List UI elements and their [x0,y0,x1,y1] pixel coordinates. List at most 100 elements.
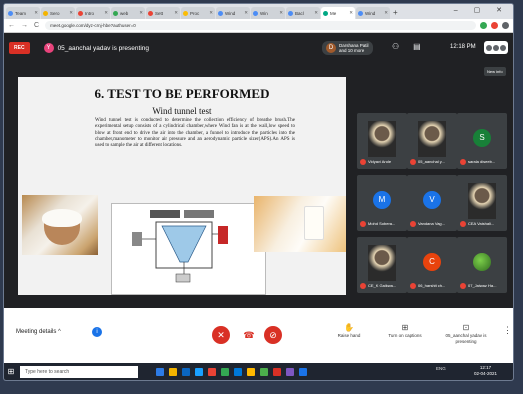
tab-label: Wind [365,10,376,16]
meet-controls-bar: Meeting details ^ i ✕ ☎ ⊘ ✋ Raise hand ⊞ T… [4,308,513,363]
tab-label: Intro [85,10,95,16]
hang-up-button[interactable]: ☎ [240,326,258,344]
participant-tile[interactable]: CEA Vaishali... [457,175,507,231]
reload-icon[interactable]: C [34,22,39,29]
taskbar-app-icon[interactable] [156,367,164,376]
close-icon[interactable]: ✕ [384,10,388,16]
window-controls[interactable]: – ▢ ✕ [454,6,509,14]
browser-tab[interactable]: Proc ✕ [181,7,215,19]
participant-tile[interactable]: 07_Jaiwaz Ha... [457,237,507,293]
browser-tab[interactable]: Wind ✕ [216,7,250,19]
tab-label: web [120,10,129,16]
participant-tile[interactable]: M Mohd Sobera... [357,175,407,231]
extension-icon[interactable] [491,22,498,29]
browser-tab[interactable]: Bacl ✕ [286,7,320,19]
browser-tab[interactable]: Team ✕ [6,7,40,19]
participant-tile[interactable]: V Vandana Vag... [407,175,457,231]
presenter-avatar: Y [43,43,54,53]
tab-label: Bacl [295,10,304,16]
profile-icon[interactable] [502,22,509,29]
meeting-clock: 12:18 PM [450,44,476,50]
taskbar-app-icon[interactable] [169,367,177,376]
taskbar-search[interactable]: Type here to search [20,365,138,378]
close-icon[interactable]: ✕ [34,10,38,16]
taskbar-app-icon[interactable] [234,367,242,376]
present-icon: ⊡ [462,323,470,332]
windows-start-icon[interactable]: ⊞ [4,363,18,380]
meeting-details-button[interactable]: Meeting details ^ [16,329,61,335]
camera-off-button[interactable]: ⊘ [264,326,282,344]
presenting-button[interactable]: ⊡ 05_aanchal yadav is presenting [444,323,488,344]
participants-chip[interactable]: D Darshana Patil and 10 more [322,41,373,55]
tab-favicon-icon [8,10,13,16]
participant-tile[interactable]: C 06_harshit ch... [407,237,457,293]
taskbar-app-icon[interactable] [221,367,229,376]
extension-icon[interactable] [480,22,487,29]
participant-name: Mohd Sobera... [368,221,396,226]
close-icon[interactable]: ✕ [139,10,143,16]
participant-avatar: M [373,191,391,209]
tab-label: Team [15,10,27,16]
browser-tab[interactable]: Me ✕ [321,7,355,19]
mic-muted-icon [460,283,466,289]
browser-tab[interactable]: Sero ✕ [41,7,75,19]
people-icon[interactable]: ⚇ [392,42,399,51]
forward-icon[interactable]: → [21,22,28,29]
participant-tile[interactable]: CE_K Gaikwa... [357,237,407,293]
windows-taskbar: ⊞ Type here to search ENG 12:17 02-04-202… [4,363,513,380]
participant-name: sarala diseeb... [468,159,496,164]
participant-grid: Vidyavi Arole 05_aanchal y... Ssarala dise… [357,113,507,308]
taskbar-app-icon[interactable] [182,367,190,376]
info-icon[interactable]: i [92,327,102,337]
taskbar-app-icon[interactable] [247,367,255,376]
participant-name: 05_aanchal y... [418,159,445,164]
chat-icon[interactable]: ▤ [413,42,421,51]
taskbar-app-icon[interactable] [286,367,294,376]
close-icon[interactable]: ✕ [314,10,318,16]
back-icon[interactable]: ← [8,22,15,29]
close-icon[interactable]: ✕ [209,10,213,16]
close-icon[interactable]: ✕ [279,10,283,16]
tab-favicon-icon [218,10,223,16]
browser-tab[interactable]: Sett ✕ [146,7,180,19]
taskbar-app-icon[interactable] [299,367,307,376]
tab-favicon-icon [43,10,48,16]
browser-tab[interactable]: Intro ✕ [76,7,110,19]
new-info-badge[interactable]: New info [484,67,506,76]
mic-muted-icon [360,221,366,227]
participant-name: Vidyavi Arole [368,159,392,164]
participant-avatar [473,253,491,271]
participant-avatar: S [473,129,491,147]
close-icon[interactable]: ✕ [104,10,108,16]
slide-subtitle: Wind tunnel test [152,106,212,116]
taskbar-app-icon[interactable] [195,367,203,376]
top-icons: ⚇ ▤ [392,42,421,51]
close-icon[interactable]: ✕ [174,10,178,16]
url-field[interactable]: meet.google.com/dyz-crnj-hbe?authuser=0 [45,21,476,30]
participant-tile[interactable]: 05_aanchal y... [407,113,457,169]
tab-label: Proc [190,10,200,16]
new-tab-button[interactable]: + [393,7,398,19]
taskbar-app-icon[interactable] [208,367,216,376]
browser-tab[interactable]: web ✕ [111,7,145,19]
tab-strip: Team ✕ Sero ✕ Intro ✕ web ✕ Sett ✕ Proc ✕ Wind ✕ Win ✕ B… [4,4,513,19]
tab-favicon-icon [358,10,363,16]
taskbar-app-icon[interactable] [260,367,268,376]
participant-video [368,245,396,281]
browser-tab[interactable]: Win ✕ [251,7,285,19]
mic-muted-icon [410,283,416,289]
taskbar-clock: 12:17 02-04-2021 [474,365,498,376]
participant-tile[interactable]: Ssarala diseeb... [457,113,507,169]
close-icon[interactable]: ✕ [69,10,73,16]
participant-tile[interactable]: Vidyavi Arole [357,113,407,169]
mic-off-button[interactable]: ✕ [212,326,230,344]
browser-tab[interactable]: Wind ✕ [356,7,390,19]
more-options-icon[interactable]: ⋮ [503,325,512,336]
captions-button[interactable]: ⊞ Turn on captions [388,323,422,339]
self-view-pill[interactable] [484,41,508,54]
close-icon[interactable]: ✕ [349,10,353,16]
raise-hand-button[interactable]: ✋ Raise hand [334,323,364,339]
close-icon[interactable]: ✕ [244,10,248,16]
tab-favicon-icon [78,10,83,16]
taskbar-app-icon[interactable] [273,367,281,376]
